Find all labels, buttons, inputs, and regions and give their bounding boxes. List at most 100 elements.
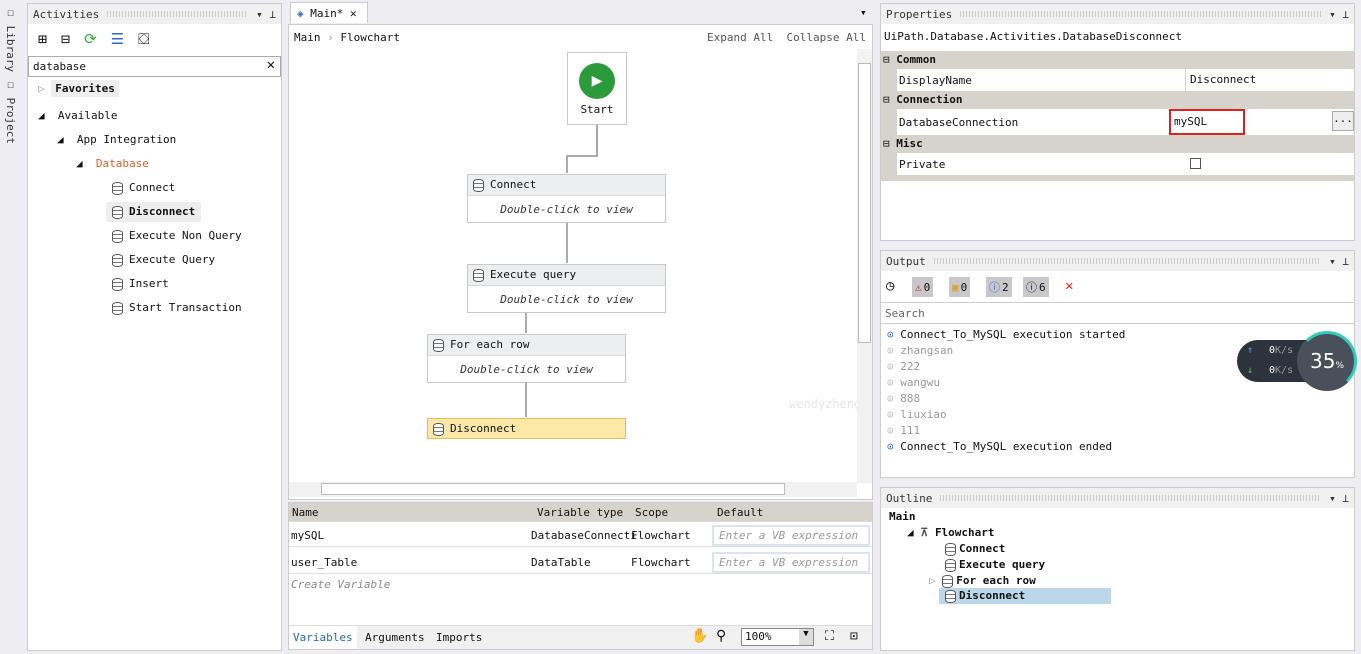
property-row[interactable]: DisplayName Disconnect [897, 69, 1354, 91]
tab-project[interactable]: ☐ Project [4, 78, 17, 144]
collapse-all-icon[interactable]: ⊟ [61, 30, 70, 48]
outline-item-selected[interactable]: Disconnect [939, 588, 1111, 604]
outline-item[interactable]: Execute query [945, 558, 1045, 572]
variable-scope[interactable]: Flowchart [631, 529, 691, 542]
activity-insert[interactable]: Insert [112, 277, 169, 291]
tree-item-available[interactable]: ◢ Available [38, 109, 117, 122]
tree-item-favorites[interactable]: ▷ Favorites [38, 80, 119, 97]
default-input[interactable]: Enter a VB expression [712, 525, 870, 546]
close-tab-icon[interactable]: ✕ [350, 7, 357, 20]
pin-icon[interactable]: ⊥ [1342, 492, 1349, 505]
flow-node-for-each-row[interactable]: For each row Double-click to view [427, 334, 626, 383]
breadcrumb-flowchart[interactable]: Flowchart [340, 31, 400, 44]
log-line[interactable]: ⊙ liuxiao [887, 408, 1125, 424]
database-icon [112, 181, 123, 195]
database-icon [112, 253, 123, 267]
pin-icon[interactable]: ⊥ [269, 8, 276, 21]
fit-screen-icon[interactable]: ⛶ [825, 629, 834, 644]
default-input[interactable]: Enter a VB expression [712, 552, 870, 573]
variable-row[interactable]: mySQL DatabaseConnecti Flowchart Enter a VB… [289, 523, 872, 547]
package-icon[interactable]: ⛋ [138, 30, 149, 48]
search-input[interactable]: database [33, 60, 86, 73]
tab-imports[interactable]: Imports [436, 631, 482, 644]
private-checkbox[interactable] [1190, 158, 1201, 169]
section-common[interactable]: ⊟ Common [881, 53, 1354, 68]
unit: K/s [1275, 345, 1294, 356]
list-icon[interactable]: ☰ [111, 30, 124, 48]
property-row[interactable]: Private [897, 153, 1354, 175]
label: Execute Query [129, 253, 216, 266]
zoom-select[interactable]: 100% ▼ [741, 628, 814, 646]
outline-item[interactable]: Connect [945, 542, 1005, 556]
pin-icon[interactable]: ⊥ [1342, 255, 1349, 268]
filter-trace[interactable]: ⓘ 6 [1023, 277, 1049, 297]
activity-execute-non-query[interactable]: Execute Non Query [112, 229, 242, 243]
flow-node-disconnect[interactable]: Disconnect [427, 418, 626, 439]
designer-tab[interactable]: ◈ Main* ✕ [290, 2, 368, 23]
filter-warnings[interactable]: ▣ 0 [949, 277, 971, 297]
outline-item[interactable]: Main [889, 510, 916, 523]
filter-errors[interactable]: ⚠ 0 [912, 277, 934, 297]
zoom-icon[interactable]: ⚲ [716, 628, 726, 644]
collapse-all-link[interactable]: Collapse All [787, 31, 866, 44]
activity-connect[interactable]: Connect [112, 181, 175, 195]
breadcrumb: Main › Flowchart [294, 31, 400, 44]
property-value[interactable]: mySQL [1169, 109, 1245, 135]
tab-library[interactable]: ☐ Library [4, 6, 17, 72]
trace-icon: ⓘ [1026, 281, 1037, 294]
property-row[interactable]: DatabaseConnection mySQL... [897, 109, 1354, 135]
activity-start-transaction[interactable]: Start Transaction [112, 301, 242, 315]
create-variable[interactable]: Create Variable [291, 578, 390, 591]
log-line[interactable]: ⊙ Connect_To_MySQL execution ended [887, 440, 1125, 456]
tab-arguments[interactable]: Arguments [365, 631, 425, 644]
vertical-scrollbar[interactable] [857, 49, 872, 483]
output-search[interactable]: Search [881, 302, 1354, 324]
section-misc[interactable]: ⊟ Misc [881, 137, 1354, 152]
expand-all-link[interactable]: Expand All [707, 31, 773, 44]
hand-icon[interactable]: ✋ [691, 628, 708, 644]
activity-execute-query[interactable]: Execute Query [112, 253, 215, 267]
section-connection[interactable]: ⊟ Connection [881, 93, 1354, 108]
log-line[interactable]: ⊙ Connect_To_MySQL execution started [887, 328, 1125, 344]
clear-icon[interactable]: ✕ [267, 57, 275, 73]
variable-row[interactable]: user_Table DataTable Flowchart Enter a VB e… [289, 550, 872, 574]
outline-item[interactable]: ▷ For each row [929, 574, 1036, 588]
tree-item-database[interactable]: ◢ Database [76, 157, 149, 170]
expand-all-icon[interactable]: ⊞ [38, 30, 47, 48]
start-node[interactable]: ▶ Start [567, 52, 627, 125]
log-line[interactable]: ⊙ zhangsan [887, 344, 1125, 360]
clock-icon[interactable]: ◷ [886, 278, 894, 294]
variable-name[interactable]: user_Table [291, 556, 357, 569]
property-value[interactable]: Disconnect [1185, 69, 1260, 91]
outline-item[interactable]: ◢ ⊼ Flowchart [907, 526, 995, 539]
panel-title: Outline [886, 491, 933, 505]
overview-icon[interactable]: ⊡ [850, 629, 858, 644]
refresh-icon[interactable]: ⟳ [84, 30, 97, 48]
search-box[interactable]: database ✕ [28, 56, 281, 77]
expand-icon[interactable]: ▷ [929, 574, 936, 587]
pin-icon[interactable]: ⊥ [1342, 8, 1349, 21]
breadcrumb-main[interactable]: Main [294, 31, 321, 44]
upload-icon: ↑ [1247, 345, 1254, 356]
tabs-dropdown-icon[interactable]: ▾ [860, 6, 867, 19]
variable-type[interactable]: DatabaseConnecti [531, 529, 637, 542]
activity-disconnect[interactable]: Disconnect [106, 202, 202, 222]
variable-type[interactable]: DataTable [531, 556, 591, 569]
flow-node-connect[interactable]: Connect Double-click to view [467, 174, 666, 223]
ellipsis-button[interactable]: ... [1332, 111, 1354, 131]
filter-info[interactable]: ⓘ 2 [986, 277, 1012, 297]
trace-icon: ⊙ [887, 392, 901, 405]
log-line[interactable]: ⊙ 111 [887, 424, 1125, 440]
tab-variables[interactable]: Variables [289, 626, 357, 649]
dropdown-icon[interactable]: ▾ [256, 8, 263, 21]
log-line[interactable]: ⊙ 222 [887, 360, 1125, 376]
flow-node-execute-query[interactable]: Execute query Double-click to view [467, 264, 666, 313]
label: Favorites [51, 80, 119, 97]
tree-item-app-integration[interactable]: ◢ App Integration [57, 133, 176, 146]
horizontal-scrollbar[interactable] [289, 482, 857, 497]
log-line[interactable]: ⊙ wangwu [887, 376, 1125, 392]
variable-scope[interactable]: Flowchart [631, 556, 691, 569]
variable-name[interactable]: mySQL [291, 529, 324, 542]
clear-output-icon[interactable]: ✕ [1065, 278, 1073, 294]
log-line[interactable]: ⊙ 888 [887, 392, 1125, 408]
